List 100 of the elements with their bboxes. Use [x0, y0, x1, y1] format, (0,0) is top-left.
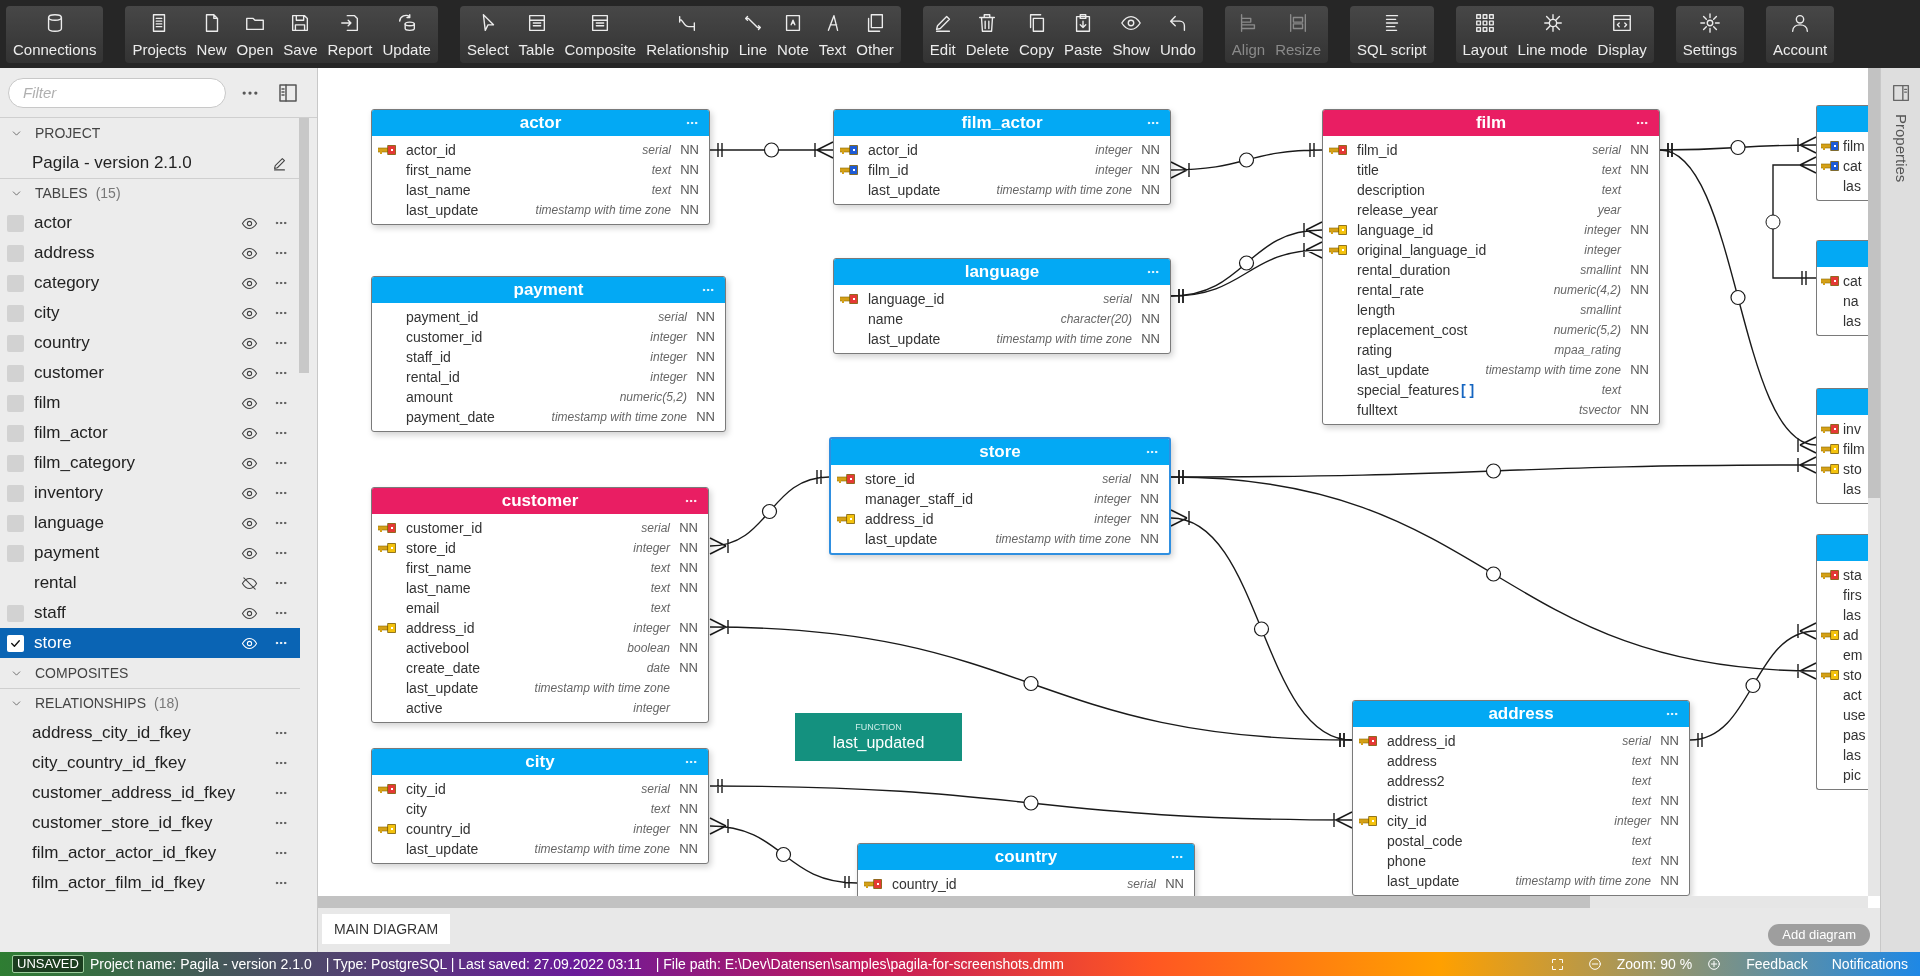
table-list-item[interactable]: rental [0, 568, 300, 598]
toolbar-button[interactable]: Update [377, 6, 436, 63]
function-block[interactable]: FUNCTION last_updated [795, 713, 962, 761]
checkbox[interactable] [7, 484, 24, 502]
table-list-item[interactable]: category [0, 268, 300, 298]
relationship-line[interactable] [1170, 142, 1323, 179]
toolbar-button[interactable]: Edit [924, 6, 961, 63]
checkbox[interactable] [7, 634, 24, 652]
relationship-list-item[interactable]: film_actor_actor_id_fkey [0, 838, 300, 868]
filter-field[interactable]: Filter [8, 77, 226, 108]
toolbar-button[interactable]: Display [1592, 6, 1652, 63]
checkbox[interactable] [7, 334, 24, 352]
zoom-in-icon[interactable] [1706, 956, 1723, 972]
checkbox[interactable] [7, 304, 24, 322]
relationship-line[interactable] [709, 141, 834, 159]
toolbar-button[interactable]: Undo [1154, 6, 1201, 63]
section-header[interactable]: COMPOSITES [35, 662, 129, 684]
table-list-item[interactable]: film_category [0, 448, 300, 478]
entity-table[interactable]: payment payment_id serial NN customer_id integer NN staff_id integer NN rental_id integer NN amount numeric(5,2) NN payment_date timestamp with time zone NN [371, 276, 726, 432]
section-header[interactable]: RELATIONSHIPS [35, 693, 146, 714]
toolbar-button[interactable]: Composite [559, 6, 642, 63]
entity-table[interactable]: film_actor actor_id integer NN film_id integer NN last_update timestamp with time zone NN [833, 109, 1171, 205]
entity-table[interactable]: country country_id serial NN [857, 843, 1195, 896]
relationship-line[interactable] [1765, 156, 1817, 286]
table-list-item[interactable]: inventory [0, 478, 300, 508]
checkbox[interactable] [7, 424, 24, 442]
checkbox[interactable] [7, 514, 24, 532]
relationship-list-item[interactable]: customer_store_id_fkey [0, 808, 300, 838]
toolbar-button[interactable]: Other [851, 6, 899, 63]
relationship-line[interactable] [709, 817, 858, 888]
checkbox[interactable] [7, 604, 24, 622]
entity-table[interactable]: cat na las [1816, 240, 1868, 336]
toolbar-button[interactable]: Relationship [641, 6, 734, 63]
entity-table[interactable]: sta firs las ad em sto act use pas las pic [1816, 534, 1868, 790]
toolbar-button[interactable]: Line mode [1512, 6, 1593, 63]
eye-slash-icon[interactable] [241, 574, 258, 592]
table-list-item[interactable]: film [0, 388, 300, 418]
checkbox[interactable] [7, 274, 24, 292]
toolbar-button[interactable]: Paste [1059, 6, 1108, 63]
diagram-tab[interactable]: MAIN DIAGRAM [322, 914, 451, 944]
relationship-list-item[interactable]: customer_address_id_fkey [0, 778, 300, 808]
checkbox[interactable] [7, 394, 24, 412]
toolbar-button[interactable]: Connections [8, 6, 102, 63]
checkbox[interactable] [7, 544, 24, 562]
relationship-line[interactable] [709, 778, 1353, 829]
table-list-item[interactable]: staff [0, 598, 300, 628]
relationship-list-item[interactable]: city_country_id_fkey [0, 748, 300, 778]
entity-table[interactable]: film cat las [1816, 105, 1868, 201]
relationship-line[interactable] [1659, 142, 1817, 454]
feedback-link[interactable]: Feedback [1746, 953, 1808, 975]
toolbar-button[interactable]: Show [1107, 6, 1155, 63]
checkbox[interactable] [7, 214, 24, 232]
toolbar-button[interactable]: New [191, 6, 232, 63]
toolbar-button[interactable]: Note [772, 6, 814, 63]
toolbar-button[interactable]: Text [813, 6, 852, 63]
toolbar-button[interactable]: Line [733, 6, 773, 63]
vertical-scrollbar[interactable] [1868, 68, 1880, 896]
table-list-item[interactable]: city [0, 298, 300, 328]
table-list-item[interactable]: film_actor [0, 418, 300, 448]
relationship-line[interactable] [1659, 136, 1817, 158]
toolbar-button[interactable]: Account [1768, 6, 1833, 63]
entity-table[interactable]: inv film sto las [1816, 388, 1868, 504]
toolbar-button[interactable]: Table [513, 6, 560, 63]
notifications-link[interactable]: Notifications [1831, 953, 1908, 975]
relationship-list-item[interactable]: film_actor_film_id_fkey [0, 868, 300, 898]
toolbar-button[interactable]: Open [231, 6, 279, 63]
toolbar-button[interactable]: Projects [127, 6, 192, 63]
entity-table[interactable]: city city_id serial NN city text NN country_id integer NN last_update timestamp with time zone NN [371, 748, 709, 864]
table-list-item[interactable]: country [0, 328, 300, 358]
toolbar-button[interactable]: SQL script [1352, 6, 1432, 63]
toolbar-button[interactable]: Select [461, 6, 514, 63]
toolbar-button[interactable]: Report [322, 6, 378, 63]
checkbox[interactable] [7, 364, 24, 382]
entity-table[interactable]: store store_id serial NN manager_staff_id integer NN address_id integer NN last_update timestamp with time zone NN [829, 437, 1171, 555]
entity-table[interactable]: address address_id serial NN address text NN address2 text district text NN city_id integer NN postal_code text phone text NN last_update timestamp with time zone NN [1352, 700, 1690, 896]
entity-table[interactable]: language language_id serial NN name character(20) NN last_update timestamp with time zone NN [833, 258, 1171, 354]
table-list-item[interactable]: language [0, 508, 300, 538]
table-list-item[interactable]: customer [0, 358, 300, 388]
relationship-line[interactable] [709, 469, 830, 555]
section-header[interactable]: TABLES [35, 183, 88, 204]
entity-table[interactable] [1322, 109, 1660, 425]
table-list-item[interactable]: store [0, 628, 300, 658]
horizontal-scrollbar[interactable] [318, 896, 1868, 908]
relationship-line[interactable] [1689, 622, 1817, 748]
sidebar-scrollbar[interactable] [299, 118, 309, 373]
properties-tab[interactable]: Properties [1889, 114, 1912, 183]
relationship-list-item[interactable]: address_city_id_fkey [0, 718, 300, 748]
toolbar-button[interactable]: Settings [1677, 6, 1742, 63]
table-list-item[interactable]: actor [0, 208, 300, 238]
checkbox[interactable] [7, 244, 24, 262]
toolbar-button[interactable]: Layout [1457, 6, 1513, 63]
entity-table[interactable]: actor actor_id serial NN first_name text NN last_name text NN last_update timestamp with time zone NN [371, 109, 710, 225]
section-header[interactable]: PROJECT [35, 122, 101, 144]
table-list-item[interactable]: address [0, 238, 300, 268]
toolbar-button[interactable]: Delete [960, 6, 1015, 63]
toolbar-button[interactable]: Copy [1014, 6, 1060, 63]
relationship-line[interactable] [1170, 241, 1323, 304]
toolbar-button[interactable]: Save [278, 6, 323, 63]
entity-table[interactable] [371, 487, 709, 723]
table-list-item[interactable]: payment [0, 538, 300, 568]
